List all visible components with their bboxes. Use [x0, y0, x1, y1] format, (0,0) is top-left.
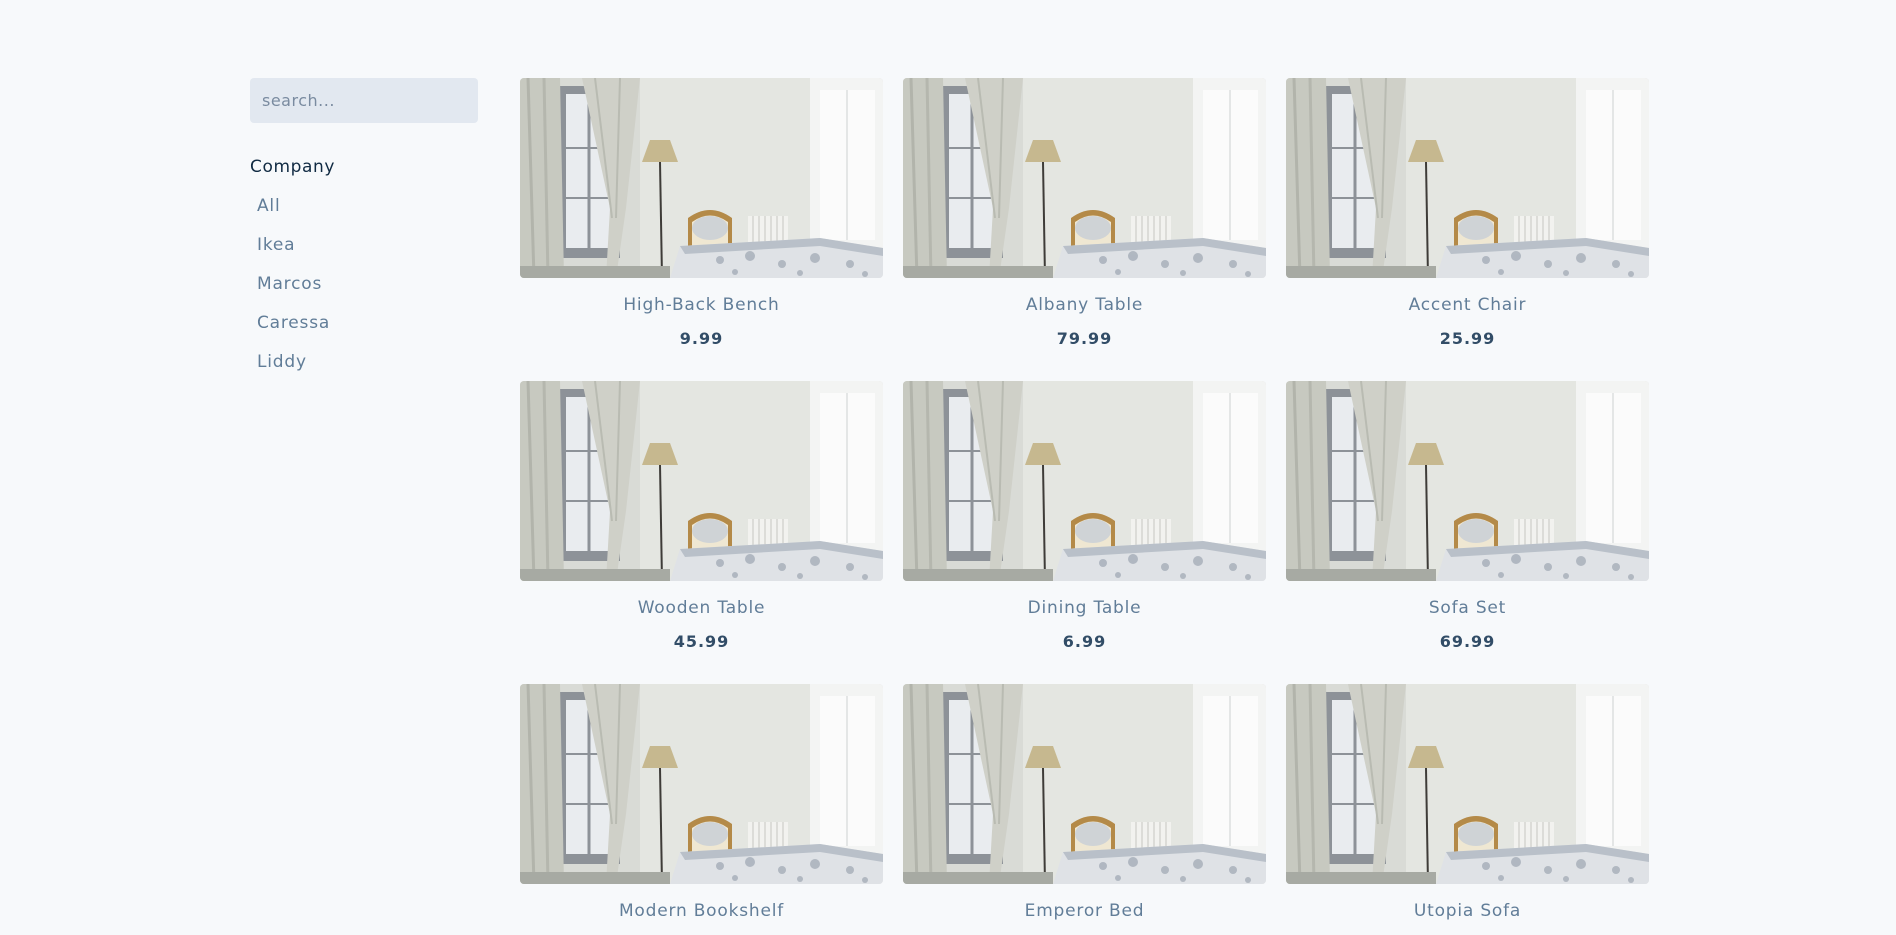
product-card: Modern Bookshelf — [520, 684, 883, 935]
filter-sidebar: Company All Ikea Marcos Caressa Liddy — [250, 78, 478, 935]
product-card: Wooden Table 45.99 — [520, 381, 883, 652]
product-name: Accent Chair — [1408, 295, 1527, 315]
product-image-link[interactable] — [1286, 684, 1649, 884]
product-image-link[interactable] — [903, 381, 1266, 581]
product-image-link[interactable] — [903, 78, 1266, 278]
product-card: Emperor Bed — [903, 684, 1266, 935]
company-filter-ikea[interactable]: Ikea — [250, 226, 295, 265]
product-image-link[interactable] — [520, 684, 883, 884]
bedroom-photo — [520, 78, 883, 278]
bedroom-photo — [1286, 78, 1649, 278]
product-card: Sofa Set 69.99 — [1286, 381, 1649, 652]
product-price: 6.99 — [1062, 632, 1107, 651]
company-filter-liddy[interactable]: Liddy — [250, 343, 307, 382]
search-input[interactable] — [250, 78, 478, 123]
company-filter-list: All Ikea Marcos Caressa Liddy — [250, 187, 478, 382]
product-name: Sofa Set — [1428, 598, 1507, 618]
bedroom-photo — [903, 78, 1266, 278]
product-card: Dining Table 6.99 — [903, 381, 1266, 652]
product-price: 79.99 — [1056, 329, 1113, 348]
bedroom-photo — [520, 381, 883, 581]
product-price: 69.99 — [1439, 632, 1496, 651]
product-name: High-Back Bench — [623, 295, 780, 315]
product-price: 45.99 — [673, 632, 730, 651]
bedroom-photo — [1286, 381, 1649, 581]
company-filter-marcos[interactable]: Marcos — [250, 265, 322, 304]
product-grid: High-Back Bench 9.99 Albany Table 79.99 … — [520, 78, 1649, 935]
product-image-link[interactable] — [520, 78, 883, 278]
product-name: Wooden Table — [637, 598, 766, 618]
product-image-link[interactable] — [903, 684, 1266, 884]
product-image-link[interactable] — [1286, 78, 1649, 278]
bedroom-photo — [903, 381, 1266, 581]
product-card: Albany Table 79.99 — [903, 78, 1266, 349]
product-price: 25.99 — [1439, 329, 1496, 348]
product-image-link[interactable] — [1286, 381, 1649, 581]
bedroom-photo — [1286, 684, 1649, 884]
page-layout: Company All Ikea Marcos Caressa Liddy Hi… — [250, 78, 1650, 935]
bedroom-photo — [903, 684, 1266, 884]
product-name: Albany Table — [1025, 295, 1144, 315]
company-filter-all[interactable]: All — [250, 187, 280, 226]
product-name: Modern Bookshelf — [618, 901, 785, 921]
company-filter-caressa[interactable]: Caressa — [250, 304, 330, 343]
product-name: Utopia Sofa — [1413, 901, 1522, 921]
product-card: Accent Chair 25.99 — [1286, 78, 1649, 349]
product-card: Utopia Sofa — [1286, 684, 1649, 935]
product-image-link[interactable] — [520, 381, 883, 581]
company-filter-heading: Company — [250, 157, 336, 177]
product-name: Dining Table — [1027, 598, 1142, 618]
product-card: High-Back Bench 9.99 — [520, 78, 883, 349]
bedroom-photo — [520, 684, 883, 884]
product-price: 9.99 — [679, 329, 724, 348]
product-name: Emperor Bed — [1024, 901, 1145, 921]
